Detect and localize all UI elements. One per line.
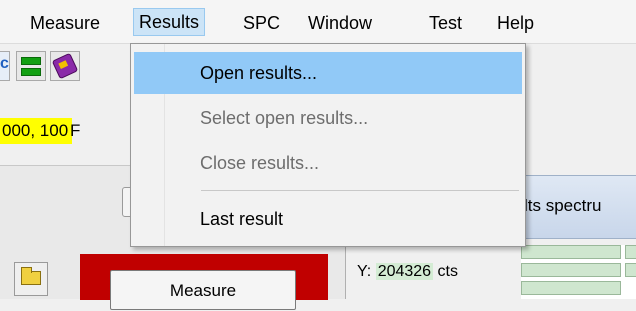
open-folder-button[interactable] bbox=[14, 262, 48, 296]
spectrum-button[interactable]: c bbox=[0, 51, 10, 81]
menu-help[interactable]: Help bbox=[492, 9, 539, 37]
spectrum-title: lts spectru bbox=[524, 196, 602, 215]
menu-item-select-open-results[interactable]: Select open results... bbox=[134, 97, 522, 139]
coordinates-trailing-letter: F bbox=[70, 121, 81, 140]
folder-icon bbox=[21, 267, 41, 285]
spectrum-icon: c bbox=[0, 55, 9, 72]
menu-bar: Measure Results SPC Window Test Help bbox=[0, 0, 636, 44]
menu-measure[interactable]: Measure bbox=[25, 9, 105, 37]
menu-spc[interactable]: SPC bbox=[238, 9, 285, 37]
bars-button[interactable] bbox=[16, 51, 46, 81]
menu-window[interactable]: Window bbox=[303, 9, 377, 37]
results-grid bbox=[521, 245, 636, 299]
menu-results[interactable]: Results bbox=[133, 8, 206, 36]
y-unit: cts bbox=[437, 263, 458, 280]
menu-separator bbox=[201, 190, 519, 191]
menu-item-close-results[interactable]: Close results... bbox=[134, 142, 522, 184]
y-readout: Y: 204326 cts bbox=[357, 261, 458, 283]
menu-item-open-results[interactable]: Open results... bbox=[134, 52, 522, 94]
menu-item-last-result[interactable]: Last result bbox=[134, 198, 522, 240]
measure-button[interactable]: Measure bbox=[110, 270, 296, 310]
y-value: 204326 bbox=[375, 263, 434, 280]
book-button[interactable] bbox=[50, 51, 80, 81]
results-dropdown-menu: Open results... Select open results... C… bbox=[130, 43, 526, 247]
menu-test[interactable]: Test bbox=[424, 9, 467, 37]
coordinates-value: 000, 100 bbox=[0, 118, 73, 144]
book-icon bbox=[51, 52, 79, 80]
y-label: Y: bbox=[357, 263, 372, 280]
